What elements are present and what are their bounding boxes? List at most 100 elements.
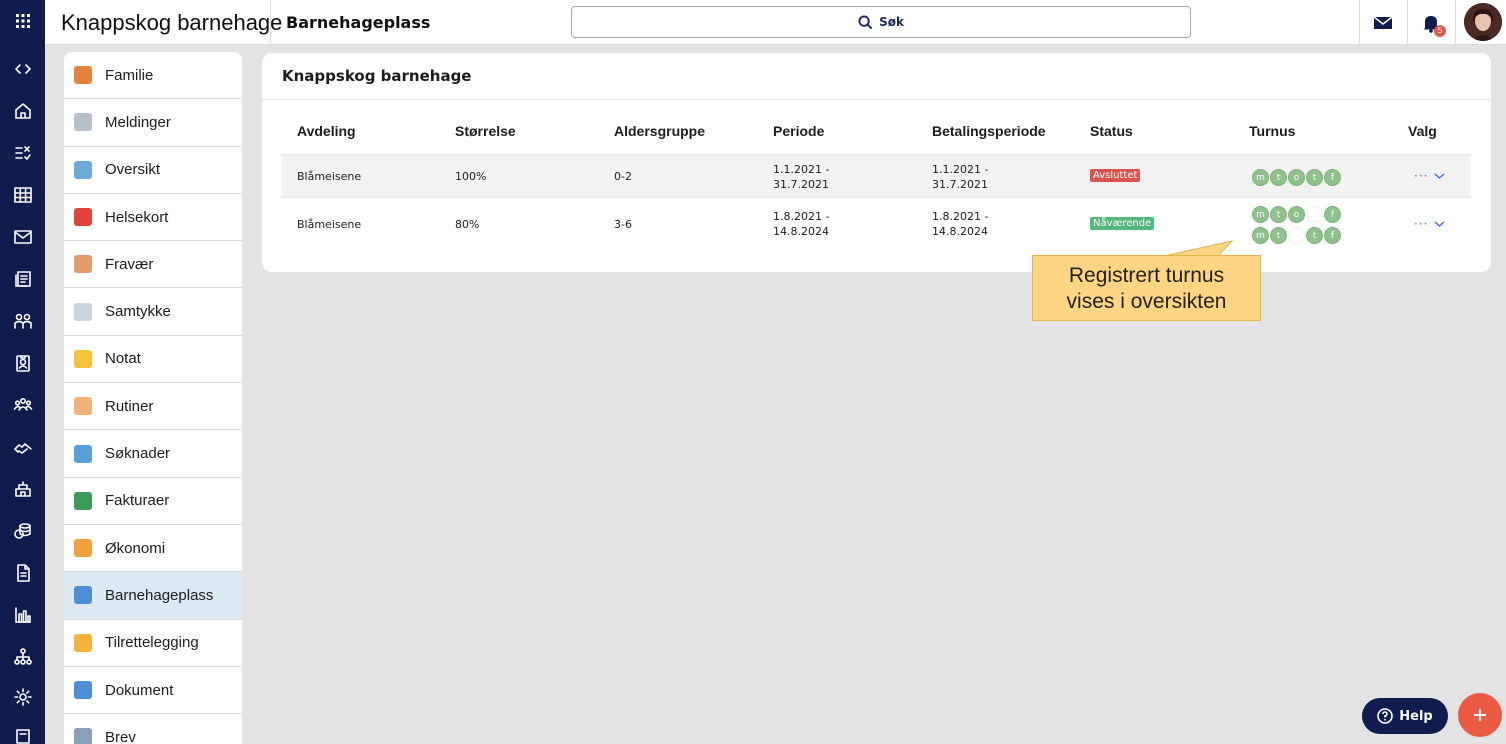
- row-options-button[interactable]: ···: [1414, 217, 1445, 231]
- column-header-aldersgruppe: Aldersgruppe: [614, 123, 706, 139]
- turnus-day: t: [1270, 169, 1287, 186]
- list-check-icon[interactable]: [0, 132, 45, 174]
- avatar[interactable]: [1464, 3, 1502, 41]
- organization-icon[interactable]: [0, 636, 45, 678]
- turnus-day: t: [1270, 227, 1287, 244]
- column-header-periode: Periode: [773, 123, 825, 139]
- turnus-week: mtotf: [1252, 227, 1341, 244]
- folder-lock-icon: [74, 633, 92, 652]
- badge-icon[interactable]: [0, 342, 45, 384]
- family-icon: [74, 66, 92, 85]
- coins-icon[interactable]: [0, 510, 45, 552]
- sidebar-item-label: Samtykke: [105, 303, 171, 321]
- settings-icon[interactable]: [0, 676, 45, 718]
- callout-line1: Registrert turnus: [1068, 264, 1225, 287]
- cell-periode: 1.1.2021 - 31.7.2021: [773, 162, 843, 192]
- betaling-from: 1.8.2021 -: [932, 210, 989, 223]
- document-list-icon[interactable]: [0, 258, 45, 300]
- file-text-icon[interactable]: [0, 552, 45, 594]
- cell-storrelse: 80%: [455, 218, 480, 231]
- turnus-week: mtotf: [1252, 169, 1341, 186]
- routine-icon: [74, 397, 92, 416]
- turnus-day: f: [1324, 206, 1341, 223]
- betaling-to: 14.8.2024: [932, 225, 988, 238]
- column-header-storrelse: Størrelse: [455, 123, 516, 139]
- sidebar-item-frav-r[interactable]: Fravær: [64, 241, 242, 289]
- betaling-from: 1.1.2021 -: [932, 163, 989, 176]
- column-header-status: Status: [1090, 123, 1133, 139]
- sidebar-item-notat[interactable]: Notat: [64, 336, 242, 384]
- sidebar-item-label: Fravær: [105, 255, 154, 273]
- seesaw-icon: [74, 586, 92, 605]
- brand-name[interactable]: Knappskog barnehage: [61, 0, 282, 45]
- envelope-icon: [74, 113, 92, 132]
- home-icon[interactable]: [0, 90, 45, 132]
- turnus-day: o: [1288, 227, 1305, 244]
- sidebar-item-dokument[interactable]: Dokument: [64, 667, 242, 715]
- help-label: Help: [1399, 708, 1433, 724]
- turnus-day: t: [1306, 169, 1323, 186]
- search-bar[interactable]: Søk: [571, 6, 1191, 38]
- sidebar-item-brev[interactable]: Brev: [64, 714, 242, 744]
- sidebar-item-s-knader[interactable]: Søknader: [64, 430, 242, 478]
- row-options-button[interactable]: ···: [1414, 169, 1445, 183]
- people-icon[interactable]: [0, 384, 45, 426]
- bar-chart-icon[interactable]: [0, 594, 45, 636]
- page-title: Barnehageplass: [286, 13, 431, 32]
- turnus-day: t: [1306, 206, 1323, 223]
- turnus-day: t: [1270, 206, 1287, 223]
- column-header-betalingsperiode: Betalingsperiode: [932, 123, 1046, 139]
- envelope-icon: [1373, 15, 1393, 29]
- monitor-icon[interactable]: [0, 716, 45, 744]
- overview-icon: [74, 160, 92, 179]
- sidebar-item-barnehageplass[interactable]: Barnehageplass: [64, 572, 242, 620]
- invoice-icon: [74, 491, 92, 510]
- sidebar-item-label: Helsekort: [105, 208, 169, 226]
- sidebar-item-label: Fakturaer: [105, 492, 170, 510]
- add-button[interactable]: [1458, 693, 1502, 737]
- sidebar-item-rutiner[interactable]: Rutiner: [64, 383, 242, 431]
- table-row[interactable]: Blåmeisene 100% 0-2 1.1.2021 - 31.7.2021…: [281, 154, 1471, 198]
- code-icon[interactable]: [0, 48, 45, 90]
- sidebar-item-helsekort[interactable]: Helsekort: [64, 194, 242, 242]
- turnus-week: mtotf: [1252, 206, 1341, 223]
- messages-button[interactable]: [1359, 0, 1407, 45]
- sidebar-item-oversikt[interactable]: Oversikt: [64, 147, 242, 194]
- sidebar-item-label: Meldinger: [105, 113, 171, 131]
- mail-icon[interactable]: [0, 216, 45, 258]
- sidebar-item-fakturaer[interactable]: Fakturaer: [64, 478, 242, 525]
- table-row[interactable]: Blåmeisene 80% 3-6 1.8.2021 - 14.8.2024 …: [281, 199, 1471, 249]
- status-badge: Nåværende: [1090, 217, 1155, 230]
- apps-grid-icon[interactable]: [0, 0, 45, 42]
- betaling-to: 31.7.2021: [932, 178, 988, 191]
- health-card-icon: [74, 208, 92, 227]
- placement-card: Knappskog barnehage Avdeling Størrelse A…: [262, 53, 1491, 272]
- plus-icon: [1474, 709, 1486, 721]
- sidebar-item-label: Søknader: [105, 445, 171, 463]
- turnus-day: m: [1252, 227, 1269, 244]
- more-icon: ···: [1414, 169, 1429, 183]
- application-icon: [74, 444, 92, 463]
- periode-to: 31.7.2021: [773, 178, 829, 191]
- sidebar-item-familie[interactable]: Familie: [64, 52, 242, 100]
- notifications-button[interactable]: 5: [1407, 0, 1455, 45]
- calendar-grid-icon[interactable]: [0, 174, 45, 216]
- sidebar-item-tilrettelegging[interactable]: Tilrettelegging: [64, 620, 242, 667]
- side-menu: Familie Meldinger Oversikt Helsekort Fravær S…: [64, 52, 242, 744]
- sidebar-item-label: Tilrettelegging: [105, 634, 199, 652]
- group-icon[interactable]: [0, 300, 45, 342]
- help-button[interactable]: Help: [1362, 698, 1448, 734]
- sidebar-item-meldinger[interactable]: Meldinger: [64, 99, 242, 147]
- column-header-avdeling: Avdeling: [297, 123, 356, 139]
- building-icon[interactable]: [0, 468, 45, 510]
- header-divider: [1455, 0, 1456, 45]
- search-label: Søk: [879, 15, 904, 29]
- handshake-icon[interactable]: [0, 426, 45, 468]
- turnus-day: m: [1252, 169, 1269, 186]
- cell-aldersgruppe: 0-2: [614, 170, 632, 183]
- search-icon: [858, 14, 873, 29]
- sidebar-item--konomi[interactable]: Økonomi: [64, 525, 242, 573]
- icon-rail: [0, 0, 45, 744]
- sidebar-item-label: Familie: [105, 66, 154, 84]
- sidebar-item-samtykke[interactable]: Samtykke: [64, 289, 242, 336]
